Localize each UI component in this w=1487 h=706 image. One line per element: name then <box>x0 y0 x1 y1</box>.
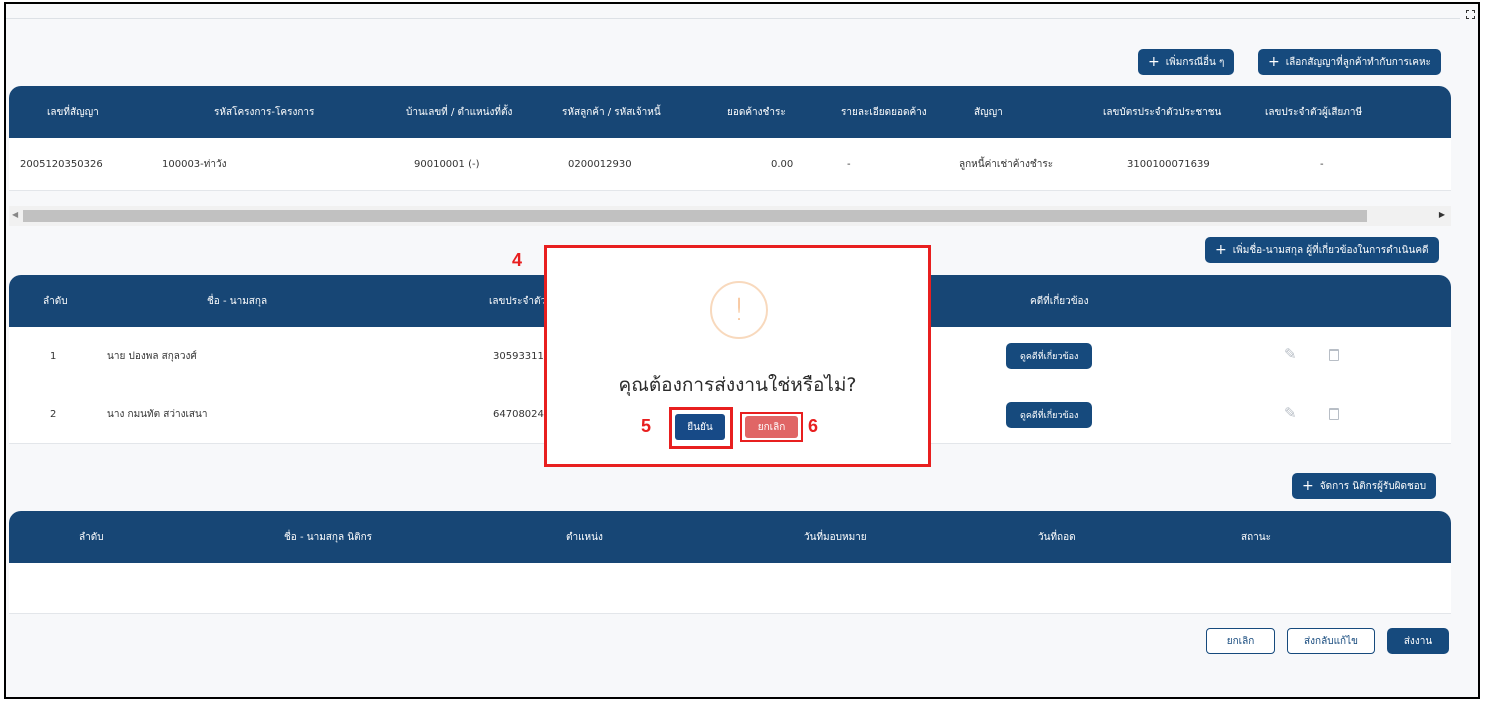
select-contract-button[interactable]: + เลือกสัญญาที่ลูกค้าทำกับการเคหะ <box>1258 49 1441 75</box>
callout-6: 6 <box>808 416 819 436</box>
table-row[interactable]: 2005120350326 100003-ท่าวัง 90010001 (-)… <box>9 138 1451 191</box>
col-lawyer-name: ชื่อ - นามสกุล นิติกร <box>284 531 373 543</box>
confirm-dialog: ! คุณต้องการส่งงานใช่หรือไม่? ยืนยัน ยกเ… <box>544 245 931 467</box>
view-related-case-button[interactable]: ดูคดีที่เกี่ยวข้อง <box>1006 402 1093 428</box>
edit-icon[interactable]: ✎ <box>1284 404 1297 422</box>
col-id-number: เลขประจำตัว <box>489 295 547 307</box>
col-contract: สัญญา <box>974 106 1003 118</box>
plus-icon: + <box>1215 242 1227 258</box>
col-seq: ลำดับ <box>79 531 104 543</box>
cell-address: 90010001 (-) <box>414 158 480 170</box>
cell-name: นาย ปองพล สกุลวงศ์ <box>107 350 197 362</box>
col-customer-code: รหัสลูกค้า / รหัสเจ้าหนี้ <box>562 106 661 118</box>
col-assigned-date: วันที่มอบหมาย <box>804 531 867 543</box>
cell-id: 64708024 <box>493 408 544 420</box>
cell-contract-no: 2005120350326 <box>20 158 103 170</box>
manage-lawyer-label: จัดการ นิติกรผู้รับผิดชอบ <box>1319 480 1427 492</box>
cell-contract: ลูกหนี้ค่าเช่าค้างชำระ <box>959 158 1054 170</box>
cell-project: 100003-ท่าวัง <box>162 158 227 170</box>
warning-icon-glyph: ! <box>732 292 746 328</box>
select-contract-label: เลือกสัญญาที่ลูกค้าทำกับการเคหะ <box>1285 56 1431 68</box>
col-tax-id: เลขประจำตัวผู้เสียภาษี <box>1265 106 1363 118</box>
cell-tax-id: - <box>1320 158 1324 170</box>
col-citizen-id: เลขบัตรประจำตัวประชาชน <box>1103 106 1222 118</box>
add-other-button[interactable]: + เพิ่มกรณีอื่น ๆ <box>1138 49 1235 75</box>
col-contract-no: เลขที่สัญญา <box>47 106 99 118</box>
top-divider <box>6 18 1460 19</box>
submit-button[interactable]: ส่งงาน <box>1387 628 1449 654</box>
plus-icon: + <box>1302 478 1314 494</box>
cancel-button[interactable]: ยกเลิก <box>1206 628 1275 654</box>
horizontal-scrollbar[interactable]: ◀ ▶ <box>9 206 1451 226</box>
col-removed-date: วันที่ถอด <box>1038 531 1076 543</box>
col-position: ตำแหน่ง <box>566 531 603 543</box>
col-outstanding-detail: รายละเอียดยอดค้าง <box>841 106 927 118</box>
col-related-case: คดีที่เกี่ยวข้อง <box>1030 295 1089 307</box>
cell-seq: 2 <box>50 408 57 420</box>
trash-icon[interactable] <box>1329 349 1339 361</box>
col-full-name: ชื่อ - นามสกุล <box>207 295 268 307</box>
add-person-button[interactable]: + เพิ่มชื่อ-นามสกุล ผู้ที่เกี่ยวข้องในการ… <box>1205 237 1439 263</box>
col-status: สถานะ <box>1241 531 1271 543</box>
cell-id: 305933115 <box>493 350 551 362</box>
dialog-message: คุณต้องการส่งงานใช่หรือไม่? <box>618 374 857 396</box>
col-project: รหัสโครงการ-โครงการ <box>214 106 315 118</box>
add-person-label: เพิ่มชื่อ-นามสกุล ผู้ที่เกี่ยวข้องในการด… <box>1232 244 1429 256</box>
cell-citizen-id: 3100100071639 <box>1127 158 1210 170</box>
callout-5: 5 <box>641 416 652 436</box>
confirm-button[interactable]: ยืนยัน <box>675 414 725 440</box>
send-back-button[interactable]: ส่งกลับแก้ไข <box>1287 628 1375 654</box>
cancel-highlight: ยกเลิก <box>740 412 803 442</box>
scroll-left-icon[interactable]: ◀ <box>12 210 18 219</box>
cell-outstanding: 0.00 <box>771 158 794 170</box>
callout-4: 4 <box>512 250 523 270</box>
trash-icon[interactable] <box>1329 408 1339 420</box>
cell-outstanding-detail: - <box>847 158 851 170</box>
plus-icon: + <box>1148 54 1160 70</box>
edit-icon[interactable]: ✎ <box>1284 345 1297 363</box>
expand-icon[interactable] <box>1466 10 1475 19</box>
col-seq: ลำดับ <box>43 295 68 307</box>
cell-customer-code: 0200012930 <box>568 158 632 170</box>
warning-icon: ! <box>710 281 768 339</box>
cell-seq: 1 <box>50 350 57 362</box>
col-outstanding: ยอดค้างชำระ <box>727 106 786 118</box>
add-other-label: เพิ่มกรณีอื่น ๆ <box>1165 56 1225 68</box>
dialog-cancel-button[interactable]: ยกเลิก <box>745 416 798 438</box>
view-related-case-button[interactable]: ดูคดีที่เกี่ยวข้อง <box>1006 343 1093 369</box>
scroll-right-icon[interactable]: ▶ <box>1439 210 1445 219</box>
col-address: บ้านเลขที่ / ตำแหน่งที่ตั้ง <box>406 106 513 118</box>
lawyer-table-body <box>9 563 1451 614</box>
scrollbar-thumb[interactable] <box>23 210 1367 222</box>
manage-lawyer-button[interactable]: + จัดการ นิติกรผู้รับผิดชอบ <box>1292 473 1437 499</box>
plus-icon: + <box>1268 54 1280 70</box>
lawyer-table-header: ลำดับ ชื่อ - นามสกุล นิติกร ตำแหน่ง วันท… <box>9 511 1451 563</box>
cell-name: นาง กมนทัต สว่างเสนา <box>107 408 208 420</box>
contracts-table-header: เลขที่สัญญา รหัสโครงการ-โครงการ บ้านเลขท… <box>9 86 1451 138</box>
